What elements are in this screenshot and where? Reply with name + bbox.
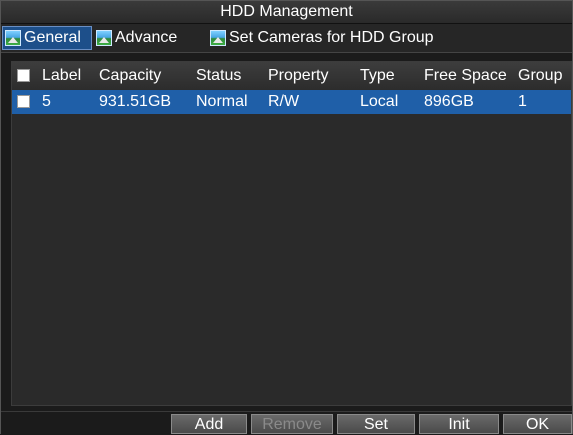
col-free-space: Free Space [424,67,507,84]
col-group: Group [518,67,563,84]
window-title: HDD Management [1,1,572,24]
hdd-management-window: HDD Management General Advance Set Camer… [0,0,573,434]
image-icon [96,30,112,46]
table-header: Label Capacity Status Property Type Free… [12,62,571,90]
col-label: Label [42,67,82,84]
init-button[interactable]: Init [419,414,499,434]
tab-advance[interactable]: Advance [94,26,206,50]
ok-button[interactable]: OK [503,414,572,434]
select-all-checkbox[interactable] [17,69,30,82]
hdd-table: Label Capacity Status Property Type Free… [11,61,572,406]
remove-button[interactable]: Remove [251,414,333,434]
tab-set-cameras[interactable]: Set Cameras for HDD Group [208,26,468,50]
cell-group: 1 [518,93,527,110]
cell-free-space: 896GB [424,93,474,110]
button-bar: Add Remove Set Init OK [1,411,572,434]
row-checkbox[interactable] [17,95,30,108]
tab-general[interactable]: General [2,26,92,50]
cell-type: Local [360,93,399,110]
tab-set-cameras-label: Set Cameras for HDD Group [229,29,434,46]
image-icon [210,30,226,46]
col-status: Status [196,67,242,84]
tab-bar: General Advance Set Cameras for HDD Grou… [1,24,572,53]
set-button[interactable]: Set [337,414,415,434]
col-capacity: Capacity [99,67,162,84]
col-type: Type [360,67,395,84]
cell-capacity: 931.51GB [99,93,172,110]
table-row[interactable]: 5 931.51GB Normal R/W Local 896GB 1 [12,90,571,114]
image-icon [5,30,21,46]
tab-general-label: General [24,29,81,46]
cell-status: Normal [196,93,248,110]
cell-property: R/W [268,93,300,110]
col-property: Property [268,67,329,84]
tab-advance-label: Advance [115,29,178,46]
add-button[interactable]: Add [171,414,247,434]
cell-label: 5 [42,93,51,110]
